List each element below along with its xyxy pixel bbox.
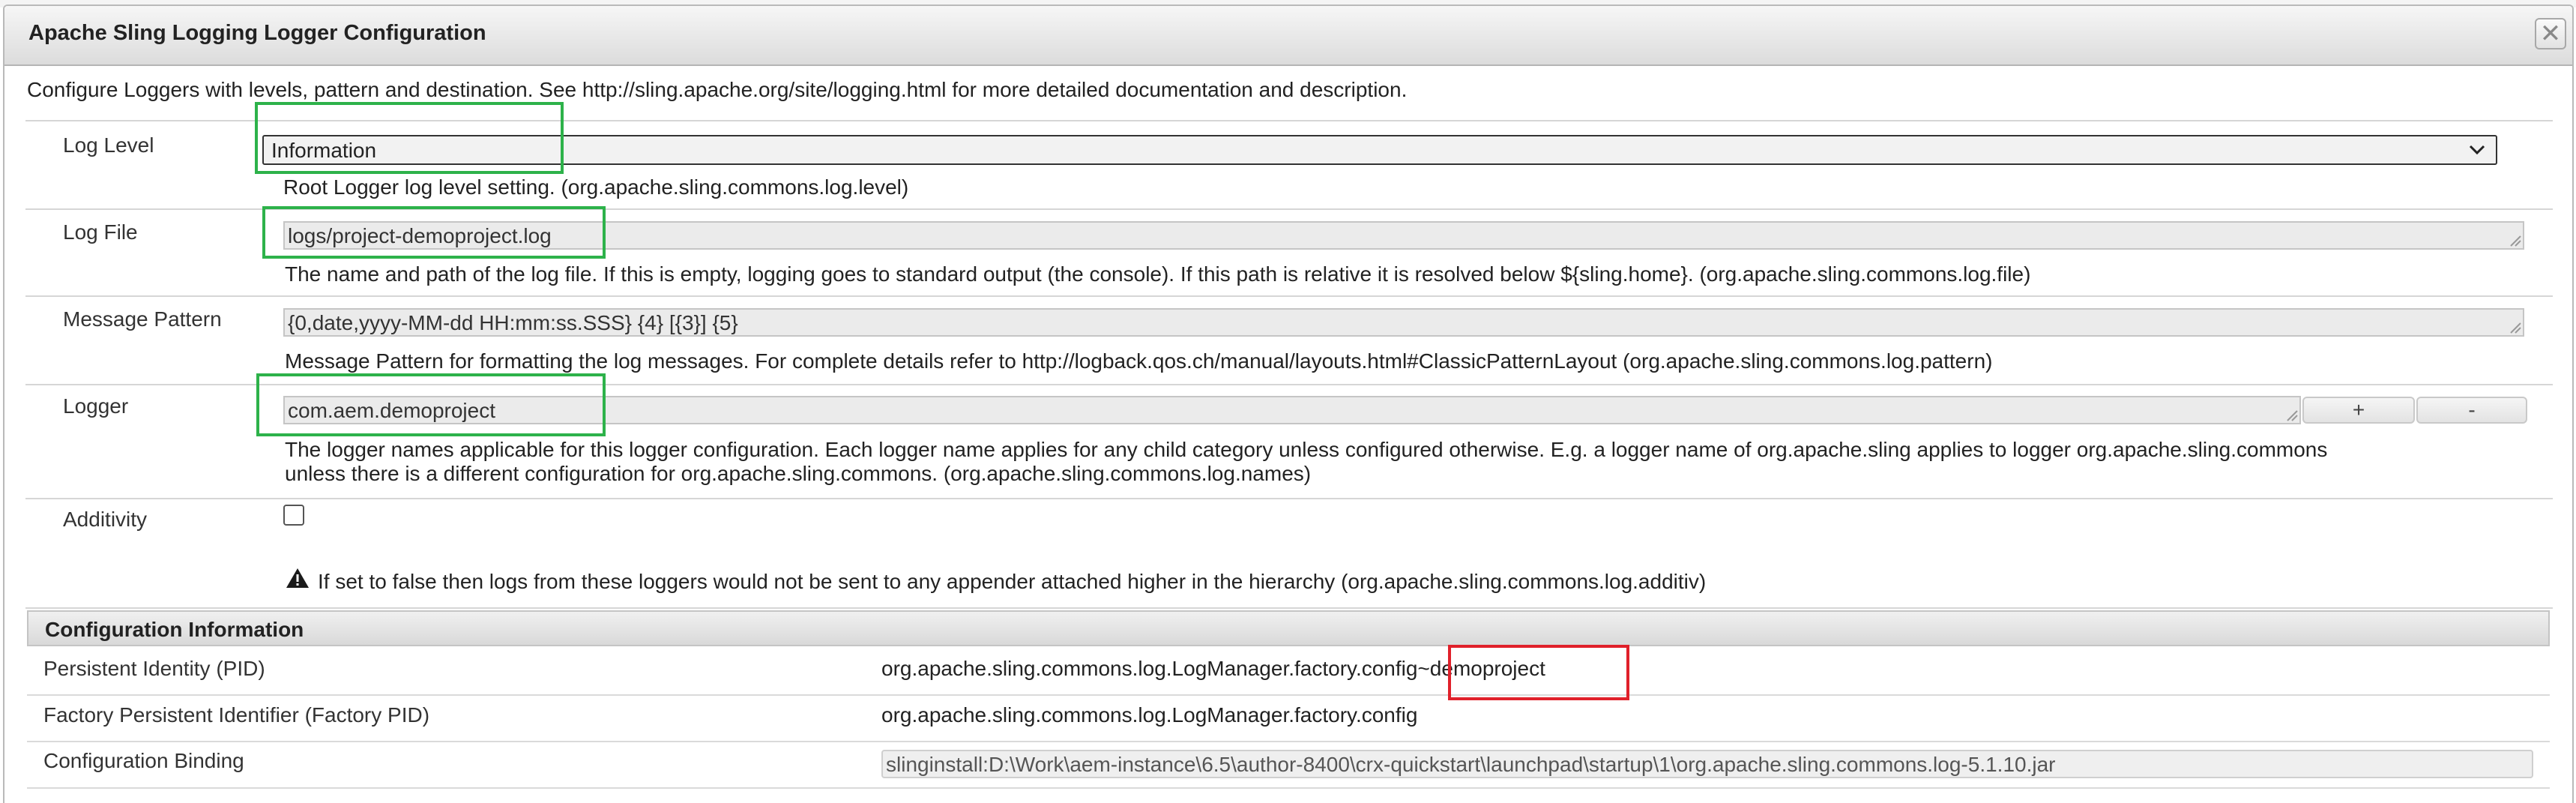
log-file-label: Log File	[63, 220, 138, 244]
logger-config-dialog: Apache Sling Logging Logger Configuratio…	[3, 4, 2574, 803]
warning-icon	[286, 568, 309, 588]
message-pattern-input[interactable]: {0,date,yyyy-MM-dd HH:mm:ss.SSS} {4} [{3…	[283, 308, 2524, 337]
configuration-binding-value: slinginstall:D:\Work\aem-instance\6.5\au…	[886, 753, 2056, 776]
log-level-select[interactable]: Information	[262, 135, 2497, 165]
pid-label: Persistent Identity (PID)	[43, 657, 265, 680]
message-pattern-label: Message Pattern	[63, 307, 222, 331]
log-file-highlight-box	[262, 206, 606, 259]
additivity-checkbox[interactable]	[283, 505, 304, 526]
log-level-help: Root Logger log level setting. (org.apac…	[283, 175, 909, 199]
logger-help-line-1: The logger names applicable for this log…	[285, 438, 2328, 461]
message-pattern-help: Message Pattern for formatting the log m…	[285, 349, 1993, 373]
resize-grip-icon[interactable]	[2508, 233, 2521, 247]
message-pattern-value: {0,date,yyyy-MM-dd HH:mm:ss.SSS} {4} [{3…	[288, 311, 738, 334]
configuration-information-header: Configuration Information	[27, 610, 2550, 646]
chevron-down-icon	[2469, 145, 2485, 155]
dialog-title: Apache Sling Logging Logger Configuratio…	[28, 21, 486, 45]
log-file-help: The name and path of the log file. If th…	[285, 262, 2031, 286]
factory-pid-label: Factory Persistent Identifier (Factory P…	[43, 703, 430, 727]
additivity-label: Additivity	[63, 508, 148, 531]
remove-logger-button[interactable]: -	[2416, 397, 2527, 424]
log-level-label: Log Level	[63, 133, 154, 157]
close-button[interactable]: ✕	[2535, 18, 2566, 49]
resize-grip-icon[interactable]	[2508, 320, 2521, 334]
logger-highlight-box	[256, 373, 606, 436]
logger-help-line-2: unless there is a different configuratio…	[285, 462, 1312, 485]
dialog-description: Configure Loggers with levels, pattern a…	[27, 78, 1408, 101]
pid-value: org.apache.sling.commons.log.LogManager.…	[881, 657, 1545, 680]
factory-pid-value: org.apache.sling.commons.log.LogManager.…	[881, 703, 1418, 727]
configuration-binding-field[interactable]: slinginstall:D:\Work\aem-instance\6.5\au…	[881, 750, 2533, 778]
log-level-highlight-box	[255, 102, 564, 174]
dialog-titlebar[interactable]: Apache Sling Logging Logger Configuratio…	[4, 6, 2572, 66]
resize-grip-icon[interactable]	[2284, 408, 2298, 421]
pid-highlight-box	[1448, 645, 1629, 700]
configuration-binding-label: Configuration Binding	[43, 749, 244, 772]
additivity-help: If set to false then logs from these log…	[318, 570, 1707, 593]
logger-label: Logger	[63, 394, 129, 418]
configuration-information-title: Configuration Information	[45, 618, 304, 641]
close-icon: ✕	[2539, 19, 2562, 48]
log-file-input[interactable]: logs/project-demoproject.log	[283, 221, 2524, 250]
screen: Apache Sling Logging Logger Configuratio…	[0, 0, 2576, 803]
add-logger-button[interactable]: +	[2302, 397, 2415, 424]
